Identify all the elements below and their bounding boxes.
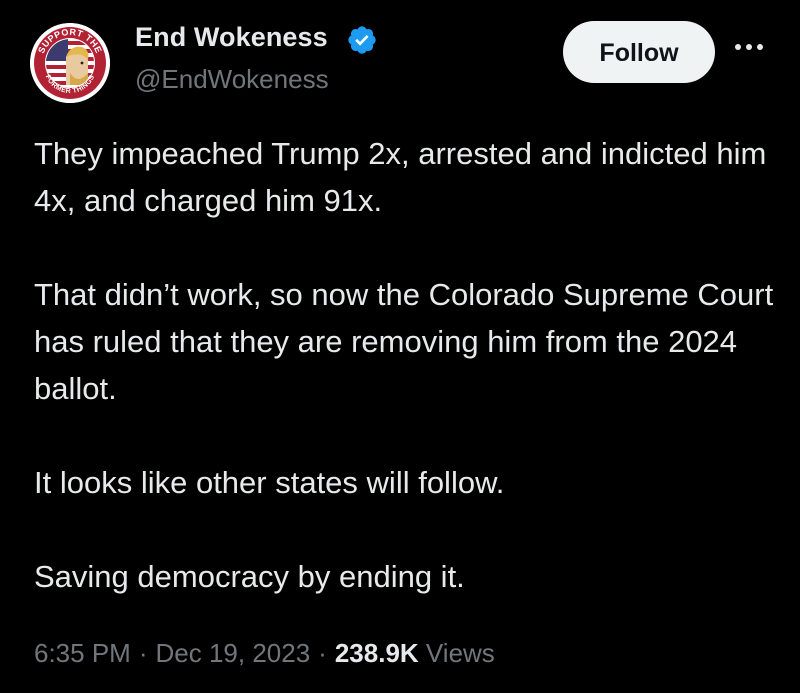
meta-separator: · bbox=[318, 638, 327, 668]
more-horizontal-icon[interactable] bbox=[733, 41, 765, 53]
meta-separator: · bbox=[138, 638, 148, 668]
tweet-paragraph: That didn’t work, so now the Colorado Su… bbox=[34, 277, 774, 406]
tweet-date[interactable]: Dec 19, 2023 bbox=[156, 638, 311, 668]
views-count[interactable]: 238.9K bbox=[335, 638, 419, 668]
author-handle[interactable]: @EndWokeness bbox=[135, 64, 329, 95]
support-former-things-badge-icon: SUPPORT THE FORMER THINGS bbox=[30, 23, 110, 103]
author-display-name[interactable]: End Wokeness bbox=[135, 22, 328, 53]
views-label[interactable]: Views bbox=[426, 638, 495, 668]
follow-button[interactable]: Follow bbox=[563, 21, 715, 83]
tweet-paragraph: It looks like other states will follow. bbox=[34, 465, 505, 500]
avatar[interactable]: SUPPORT THE FORMER THINGS bbox=[30, 23, 110, 103]
tweet-header: SUPPORT THE FORMER THINGS End Wokeness @… bbox=[0, 0, 800, 110]
tweet-time[interactable]: 6:35 PM bbox=[34, 638, 131, 668]
tweet-meta: 6:35 PM · Dec 19, 2023 · 238.9K Views bbox=[34, 638, 495, 669]
tweet-paragraph: Saving democracy by ending it. bbox=[34, 559, 465, 594]
tweet-paragraph: They impeached Trump 2x, arrested and in… bbox=[34, 136, 767, 218]
verified-badge-icon bbox=[348, 26, 376, 54]
tweet-text: They impeached Trump 2x, arrested and in… bbox=[34, 130, 774, 600]
